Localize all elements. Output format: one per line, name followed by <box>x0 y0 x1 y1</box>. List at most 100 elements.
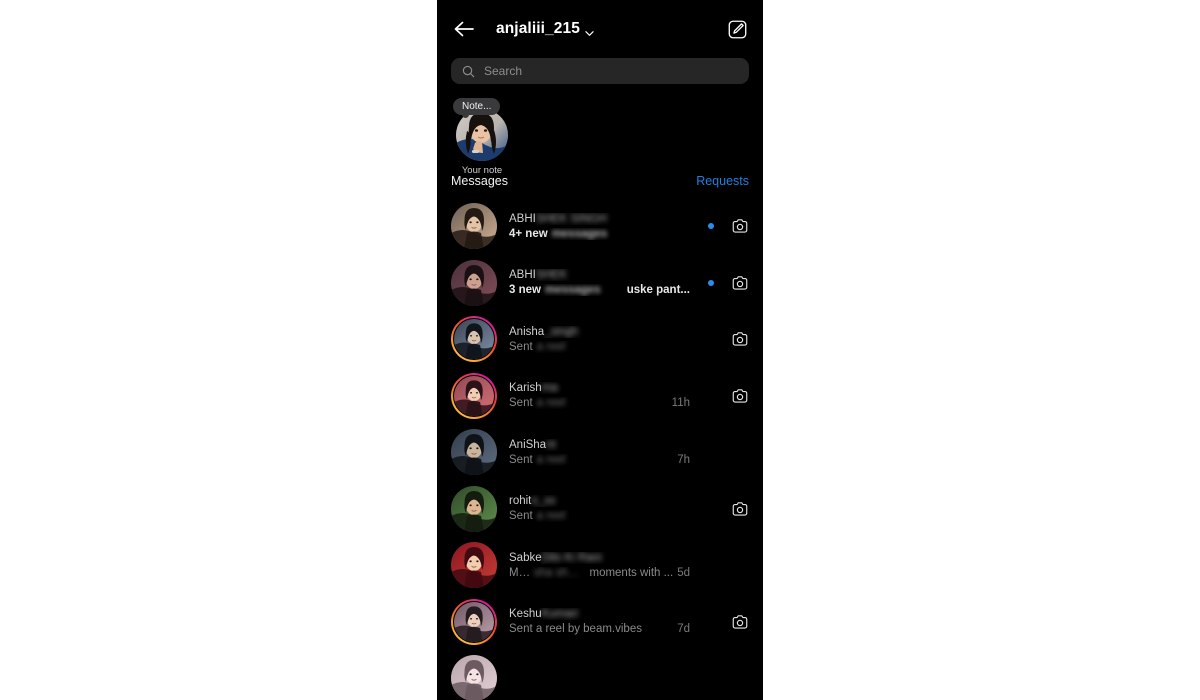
story-ring <box>453 318 495 361</box>
conversation-list[interactable]: ABHI SHEK SINGH 4+ new messages ABHI SHEK 3 … <box>437 194 763 700</box>
requests-link[interactable]: Requests <box>696 174 749 188</box>
conversation-row[interactable]: ABHI SHEK 3 new messages uske pant... <box>437 255 763 312</box>
camera-placeholder <box>730 443 749 462</box>
conversation-preview: Manisha shared moments with ...5d <box>509 567 690 579</box>
conversation-name: AniSha nt <box>509 439 690 451</box>
conversation-avatar-3[interactable] <box>451 316 497 363</box>
avatar[interactable] <box>451 655 497 700</box>
conversation-avatar-9[interactable] <box>451 655 497 700</box>
story-ring <box>453 374 495 417</box>
conversation-row[interactable] <box>437 650 763 700</box>
conversation-avatar-5[interactable] <box>451 429 497 476</box>
search-input[interactable]: Search <box>451 58 749 84</box>
conversation-actions <box>708 273 749 292</box>
avatar[interactable] <box>451 542 497 589</box>
conversation-avatar-1[interactable] <box>451 203 497 250</box>
conversation-name: Anisha _singh <box>509 326 690 338</box>
camera-icon <box>732 615 747 629</box>
preview-text: Mani <box>509 566 530 579</box>
preview-text-obscured: sha shared <box>533 566 582 579</box>
preview-text: 3 new <box>509 284 541 297</box>
camera-icon <box>732 332 747 346</box>
camera-icon <box>732 219 747 233</box>
phone-screen: anjaliii_215 Search Note... Your note Me… <box>437 0 763 700</box>
conversation-row[interactable]: AniSha nt Sent a reel 7h <box>437 424 763 481</box>
username-dropdown[interactable]: anjaliii_215 <box>496 20 725 38</box>
page-root: anjaliii_215 Search Note... Your note Me… <box>0 0 1200 700</box>
preview-text-obscured: a reel <box>536 340 566 353</box>
conversation-name-visible: rohit <box>509 495 532 508</box>
conversation-text: Anisha _singh Sent a reel <box>509 326 690 353</box>
avatar[interactable] <box>451 598 497 645</box>
conversation-name-obscured: SHEK <box>535 269 568 282</box>
conversation-actions <box>708 330 749 349</box>
unread-indicator <box>708 279 714 286</box>
conversation-avatar-7[interactable] <box>451 542 497 589</box>
conversation-actions <box>708 556 749 575</box>
compose-button[interactable] <box>725 17 749 41</box>
avatar-image <box>454 375 494 416</box>
note-bubble-text[interactable]: Note... <box>453 98 501 118</box>
conversation-timestamp: 11h <box>671 397 690 410</box>
conversation-row[interactable]: Anisha _singh Sent a reel <box>437 311 763 368</box>
avatar-image <box>454 319 494 360</box>
conversation-actions <box>708 386 749 405</box>
conversation-actions <box>708 443 749 462</box>
conversation-avatar-4[interactable] <box>451 372 497 419</box>
preview-text: Sent <box>509 453 533 466</box>
preview-text-obscured: a reel <box>536 397 566 410</box>
conversation-preview: Sent a reel <box>509 341 690 353</box>
avatar[interactable] <box>451 429 497 476</box>
arrow-left-icon <box>454 21 474 37</box>
notes-tray: Note... Your note <box>437 84 763 176</box>
conversation-name-obscured: Kumari <box>541 608 579 621</box>
camera-placeholder <box>730 669 749 688</box>
conversation-name-obscured: ma <box>541 382 558 395</box>
conversation-row[interactable]: Sabke Dilo Ki Rani Manisha shared moments … <box>437 537 763 594</box>
camera-button[interactable] <box>730 612 749 631</box>
preview-text: Sent <box>509 510 533 523</box>
preview-trailing-text: uske pant... <box>626 284 690 297</box>
preview-text-obscured: a reel <box>536 510 566 523</box>
back-button[interactable] <box>451 16 477 42</box>
avatar-image <box>454 601 494 642</box>
story-ring <box>453 600 495 643</box>
conversation-actions <box>708 669 749 688</box>
conversation-row[interactable]: rohit o_xx Sent a reel <box>437 481 763 538</box>
camera-icon <box>732 502 747 516</box>
camera-button[interactable] <box>730 217 749 236</box>
avatar[interactable] <box>451 485 497 532</box>
avatar[interactable] <box>451 316 497 363</box>
avatar[interactable] <box>451 259 497 306</box>
avatar-image <box>451 203 497 250</box>
conversation-row[interactable]: ABHI SHEK SINGH 4+ new messages <box>437 198 763 255</box>
conversation-name: Karish ma <box>509 382 690 394</box>
compose-icon <box>728 20 746 38</box>
camera-button[interactable] <box>730 499 749 518</box>
conversation-preview: 3 new messages uske pant... <box>509 284 690 296</box>
unread-indicator-placeholder <box>708 619 714 625</box>
camera-button[interactable] <box>730 330 749 349</box>
avatar[interactable] <box>451 372 497 419</box>
unread-indicator-placeholder <box>708 562 714 568</box>
conversation-name-visible: Keshu <box>509 608 542 621</box>
preview-text-obscured: messages <box>551 227 608 240</box>
app-header: anjaliii_215 <box>437 0 763 58</box>
camera-button[interactable] <box>730 386 749 405</box>
conversation-avatar-2[interactable] <box>451 259 497 306</box>
your-note-item[interactable]: Note... Your note <box>451 98 513 176</box>
preview-text: 4+ new <box>509 227 548 240</box>
conversation-row[interactable]: Karish ma Sent a reel 11h <box>437 368 763 425</box>
conversation-name-visible: ABHI <box>509 269 536 282</box>
conversation-name: ABHI SHEK SINGH <box>509 213 690 225</box>
preview-text-obscured: a reel <box>536 453 566 466</box>
avatar[interactable] <box>451 203 497 250</box>
conversation-avatar-8[interactable] <box>451 598 497 645</box>
conversation-text: Sabke Dilo Ki Rani Manisha shared moments … <box>509 552 690 579</box>
conversation-timestamp: 7d <box>677 623 690 636</box>
conversation-avatar-6[interactable] <box>451 485 497 532</box>
conversation-row[interactable]: Keshu Kumari Sent a reel by beam.vibes 7d <box>437 594 763 651</box>
unread-indicator <box>708 223 714 230</box>
conversation-name-obscured: Dilo Ki Rani <box>541 551 602 564</box>
camera-button[interactable] <box>730 273 749 292</box>
